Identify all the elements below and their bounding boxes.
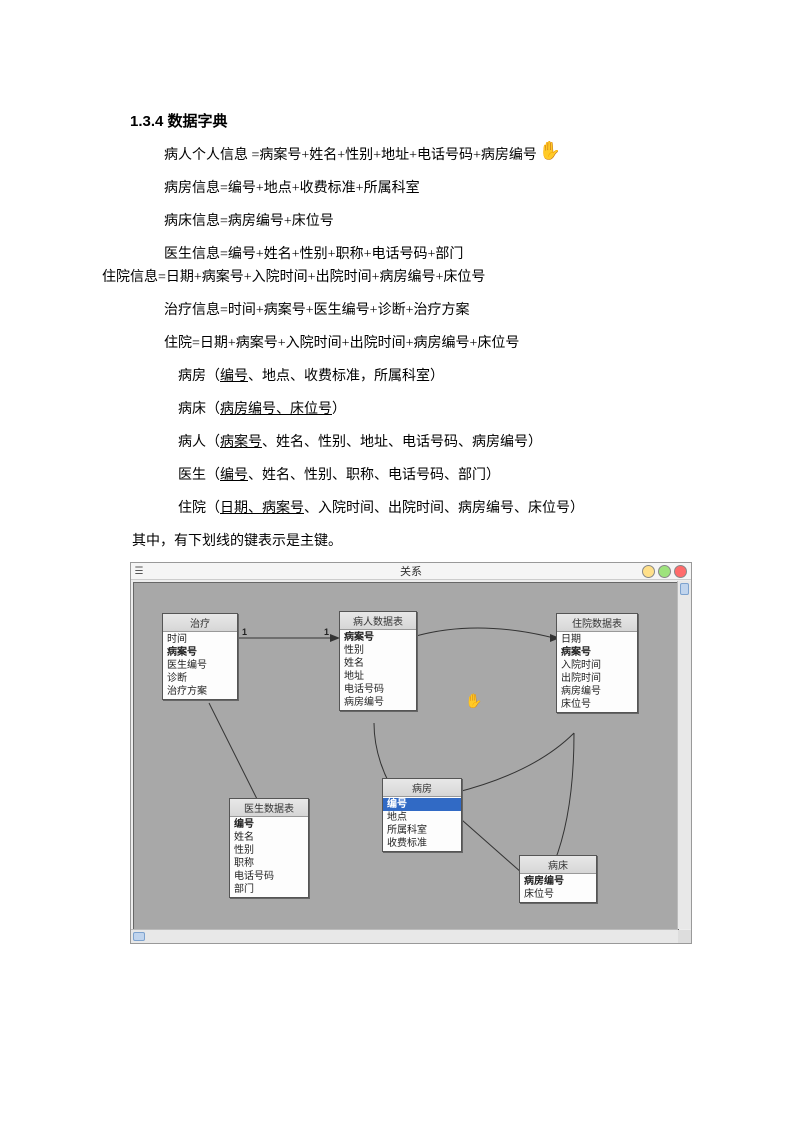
schema-line-ward: 病房（编号、地点、收费标准，所属科室） [130,366,670,387]
cardinality-label: 1 [242,627,247,637]
schema-line-bed: 病床（病房编号、床位号） [130,399,670,420]
definition-line: 病房信息=编号+地点+收费标准+所属科室 [130,178,670,199]
table-hosp[interactable]: 住院数据表 日期 病案号 入院时间 出院时间 病房编号 床位号 [556,613,638,713]
definition-line: 治疗信息=时间+病案号+医生编号+诊断+治疗方案 [130,300,670,321]
table-doctor[interactable]: 医生数据表 编号 姓名 性别 职称 电话号码 部门 [229,798,309,898]
relationship-window: ☰ 关系 1 1 治 [130,562,692,944]
table-treat[interactable]: 治疗 时间 病案号 医生编号 诊断 治疗方案 [162,613,238,700]
schema-line-hosp: 住院（日期、病案号、入院时间、出院时间、病房编号、床位号） [130,498,670,519]
definition-line: 病床信息=病房编号+床位号 [130,211,670,232]
diagram-canvas[interactable]: 1 1 治疗 时间 病案号 医生编号 诊断 治疗方案 病人数据表 病案号 性别 [133,582,679,930]
section-heading: 1.3.4 数据字典 [130,110,670,131]
table-patient[interactable]: 病人数据表 病案号 性别 姓名 地址 电话号码 病房编号 [339,611,417,711]
window-titlebar[interactable]: ☰ 关系 [131,563,691,580]
maximize-button[interactable] [658,565,671,578]
document-page: 1.3.4 数据字典 病人个人信息 =病案号+姓名+性别+地址+电话号码+病房编… [0,0,800,944]
definition-line: 病人个人信息 =病案号+姓名+性别+地址+电话号码+病房编号 [130,145,670,166]
cardinality-label: 1 [324,627,329,637]
schema-line-patient: 病人（病案号、姓名、性别、地址、电话号码、病房编号） [130,432,670,453]
hand-cursor-icon: ✋ [465,693,482,710]
definition-line: 医生信息=编号+姓名+性别+职称+电话号码+部门 [130,244,670,265]
hand-cursor-icon: ✋ [539,141,561,162]
table-ward[interactable]: 病房 编号 地点 所属科室 收费标准 [382,778,462,852]
close-button[interactable] [674,565,687,578]
definition-line: 住院=日期+病案号+入院时间+出院时间+病房编号+床位号 [130,333,670,354]
horizontal-scrollbar[interactable] [131,929,678,943]
definition-line: 住院信息=日期+病案号+入院时间+出院时间+病房编号+床位号 [102,267,670,288]
table-bed[interactable]: 病床 病房编号 床位号 [519,855,597,903]
vertical-scrollbar[interactable] [677,581,691,929]
schema-line-doctor: 医生（编号、姓名、性别、职称、电话号码、部门） [130,465,670,486]
note-text: 其中，有下划线的键表示是主键。 [132,531,670,552]
scroll-corner [678,930,691,943]
window-title: 关系 [131,563,691,579]
minimize-button[interactable] [642,565,655,578]
